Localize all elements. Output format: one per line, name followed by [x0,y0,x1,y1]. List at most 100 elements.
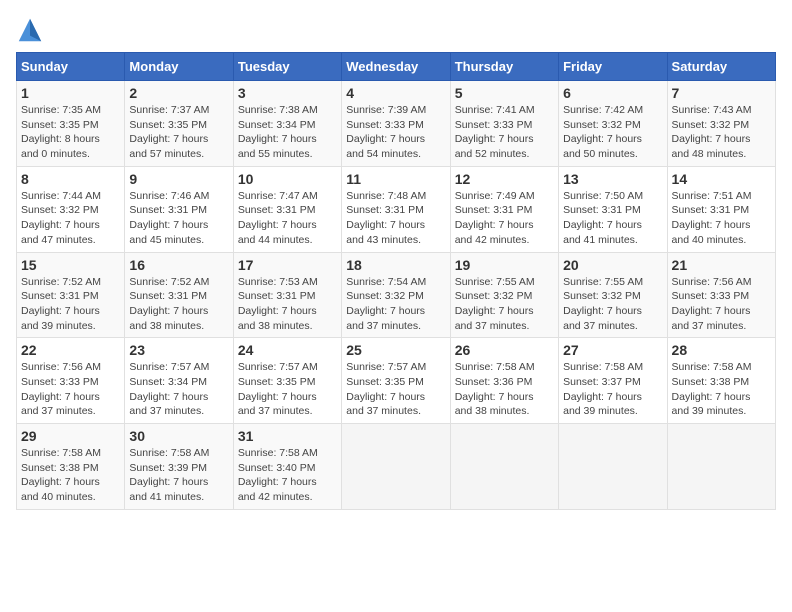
day-number: 17 [238,257,337,273]
day-detail: Sunrise: 7:58 AMSunset: 3:39 PMDaylight:… [129,446,228,505]
calendar-cell: 28 Sunrise: 7:58 AMSunset: 3:38 PMDayligh… [667,338,775,424]
day-detail: Sunrise: 7:51 AMSunset: 3:31 PMDaylight:… [672,189,771,248]
calendar-cell: 4 Sunrise: 7:39 AMSunset: 3:33 PMDaylight… [342,81,450,167]
day-number: 27 [563,342,662,358]
day-number: 4 [346,85,445,101]
calendar-cell: 2 Sunrise: 7:37 AMSunset: 3:35 PMDaylight… [125,81,233,167]
day-number: 18 [346,257,445,273]
day-detail: Sunrise: 7:56 AMSunset: 3:33 PMDaylight:… [672,275,771,334]
day-number: 13 [563,171,662,187]
calendar-cell [559,424,667,510]
day-number: 5 [455,85,554,101]
day-detail: Sunrise: 7:37 AMSunset: 3:35 PMDaylight:… [129,103,228,162]
day-number: 8 [21,171,120,187]
day-detail: Sunrise: 7:42 AMSunset: 3:32 PMDaylight:… [563,103,662,162]
day-number: 23 [129,342,228,358]
week-row-2: 8 Sunrise: 7:44 AMSunset: 3:32 PMDaylight… [17,166,776,252]
day-detail: Sunrise: 7:57 AMSunset: 3:34 PMDaylight:… [129,360,228,419]
day-number: 21 [672,257,771,273]
day-number: 1 [21,85,120,101]
calendar-cell: 1 Sunrise: 7:35 AMSunset: 3:35 PMDaylight… [17,81,125,167]
day-number: 2 [129,85,228,101]
calendar-cell: 11 Sunrise: 7:48 AMSunset: 3:31 PMDayligh… [342,166,450,252]
calendar-cell [450,424,558,510]
day-number: 15 [21,257,120,273]
day-detail: Sunrise: 7:50 AMSunset: 3:31 PMDaylight:… [563,189,662,248]
day-detail: Sunrise: 7:55 AMSunset: 3:32 PMDaylight:… [563,275,662,334]
weekday-header-row: SundayMondayTuesdayWednesdayThursdayFrid… [17,53,776,81]
weekday-header-friday: Friday [559,53,667,81]
calendar-cell: 26Sunrise: 7:58 AMSunset: 3:36 PMDayligh… [450,338,558,424]
day-number: 31 [238,428,337,444]
day-number: 29 [21,428,120,444]
week-row-4: 22 Sunrise: 7:56 AMSunset: 3:33 PMDayligh… [17,338,776,424]
weekday-header-thursday: Thursday [450,53,558,81]
day-detail: Sunrise: 7:52 AMSunset: 3:31 PMDaylight:… [21,275,120,334]
week-row-1: 1 Sunrise: 7:35 AMSunset: 3:35 PMDaylight… [17,81,776,167]
calendar-cell: 9 Sunrise: 7:46 AMSunset: 3:31 PMDaylight… [125,166,233,252]
header [16,16,776,44]
day-detail: Sunrise: 7:57 AMSunset: 3:35 PMDaylight:… [346,360,445,419]
calendar-cell: 18 Sunrise: 7:54 AMSunset: 3:32 PMDayligh… [342,252,450,338]
day-number: 7 [672,85,771,101]
day-number: 10 [238,171,337,187]
day-detail: Sunrise: 7:58 AMSunset: 3:38 PMDaylight:… [672,360,771,419]
calendar-cell: 25 Sunrise: 7:57 AMSunset: 3:35 PMDayligh… [342,338,450,424]
week-row-3: 15 Sunrise: 7:52 AMSunset: 3:31 PMDayligh… [17,252,776,338]
calendar-cell [667,424,775,510]
calendar-cell: 23 Sunrise: 7:57 AMSunset: 3:34 PMDayligh… [125,338,233,424]
week-row-5: 29Sunrise: 7:58 AMSunset: 3:38 PMDayligh… [17,424,776,510]
day-detail: Sunrise: 7:48 AMSunset: 3:31 PMDaylight:… [346,189,445,248]
day-number: 22 [21,342,120,358]
day-number: 6 [563,85,662,101]
day-detail: Sunrise: 7:55 AMSunset: 3:32 PMDaylight:… [455,275,554,334]
calendar-cell: 3 Sunrise: 7:38 AMSunset: 3:34 PMDaylight… [233,81,341,167]
calendar-cell: 16Sunrise: 7:52 AMSunset: 3:31 PMDayligh… [125,252,233,338]
calendar-header: SundayMondayTuesdayWednesdayThursdayFrid… [17,53,776,81]
day-number: 9 [129,171,228,187]
day-detail: Sunrise: 7:49 AMSunset: 3:31 PMDaylight:… [455,189,554,248]
weekday-header-monday: Monday [125,53,233,81]
day-detail: Sunrise: 7:44 AMSunset: 3:32 PMDaylight:… [21,189,120,248]
calendar-cell: 17 Sunrise: 7:53 AMSunset: 3:31 PMDayligh… [233,252,341,338]
logo-icon [16,16,44,44]
weekday-header-wednesday: Wednesday [342,53,450,81]
weekday-header-saturday: Saturday [667,53,775,81]
calendar-cell [342,424,450,510]
calendar-cell: 19Sunrise: 7:55 AMSunset: 3:32 PMDayligh… [450,252,558,338]
calendar-cell: 5 Sunrise: 7:41 AMSunset: 3:33 PMDaylight… [450,81,558,167]
calendar-cell: 20 Sunrise: 7:55 AMSunset: 3:32 PMDayligh… [559,252,667,338]
day-number: 20 [563,257,662,273]
calendar-cell: 30 Sunrise: 7:58 AMSunset: 3:39 PMDayligh… [125,424,233,510]
day-number: 28 [672,342,771,358]
day-detail: Sunrise: 7:39 AMSunset: 3:33 PMDaylight:… [346,103,445,162]
day-detail: Sunrise: 7:53 AMSunset: 3:31 PMDaylight:… [238,275,337,334]
calendar-table: SundayMondayTuesdayWednesdayThursdayFrid… [16,52,776,510]
calendar-cell: 10 Sunrise: 7:47 AMSunset: 3:31 PMDayligh… [233,166,341,252]
calendar-cell: 24Sunrise: 7:57 AMSunset: 3:35 PMDayligh… [233,338,341,424]
day-detail: Sunrise: 7:41 AMSunset: 3:33 PMDaylight:… [455,103,554,162]
day-number: 25 [346,342,445,358]
day-number: 14 [672,171,771,187]
day-number: 30 [129,428,228,444]
calendar-cell: 14 Sunrise: 7:51 AMSunset: 3:31 PMDayligh… [667,166,775,252]
day-detail: Sunrise: 7:43 AMSunset: 3:32 PMDaylight:… [672,103,771,162]
day-detail: Sunrise: 7:46 AMSunset: 3:31 PMDaylight:… [129,189,228,248]
calendar-cell: 6 Sunrise: 7:42 AMSunset: 3:32 PMDaylight… [559,81,667,167]
day-detail: Sunrise: 7:58 AMSunset: 3:37 PMDaylight:… [563,360,662,419]
day-number: 3 [238,85,337,101]
day-number: 11 [346,171,445,187]
calendar-cell: 15 Sunrise: 7:52 AMSunset: 3:31 PMDayligh… [17,252,125,338]
day-number: 26 [455,342,554,358]
day-detail: Sunrise: 7:47 AMSunset: 3:31 PMDaylight:… [238,189,337,248]
day-number: 12 [455,171,554,187]
calendar-cell: 31Sunrise: 7:58 AMSunset: 3:40 PMDayligh… [233,424,341,510]
day-detail: Sunrise: 7:56 AMSunset: 3:33 PMDaylight:… [21,360,120,419]
weekday-header-tuesday: Tuesday [233,53,341,81]
day-detail: Sunrise: 7:57 AMSunset: 3:35 PMDaylight:… [238,360,337,419]
day-detail: Sunrise: 7:35 AMSunset: 3:35 PMDaylight:… [21,103,120,162]
calendar-body: 1 Sunrise: 7:35 AMSunset: 3:35 PMDaylight… [17,81,776,510]
day-detail: Sunrise: 7:38 AMSunset: 3:34 PMDaylight:… [238,103,337,162]
calendar-cell: 29Sunrise: 7:58 AMSunset: 3:38 PMDayligh… [17,424,125,510]
day-detail: Sunrise: 7:54 AMSunset: 3:32 PMDaylight:… [346,275,445,334]
